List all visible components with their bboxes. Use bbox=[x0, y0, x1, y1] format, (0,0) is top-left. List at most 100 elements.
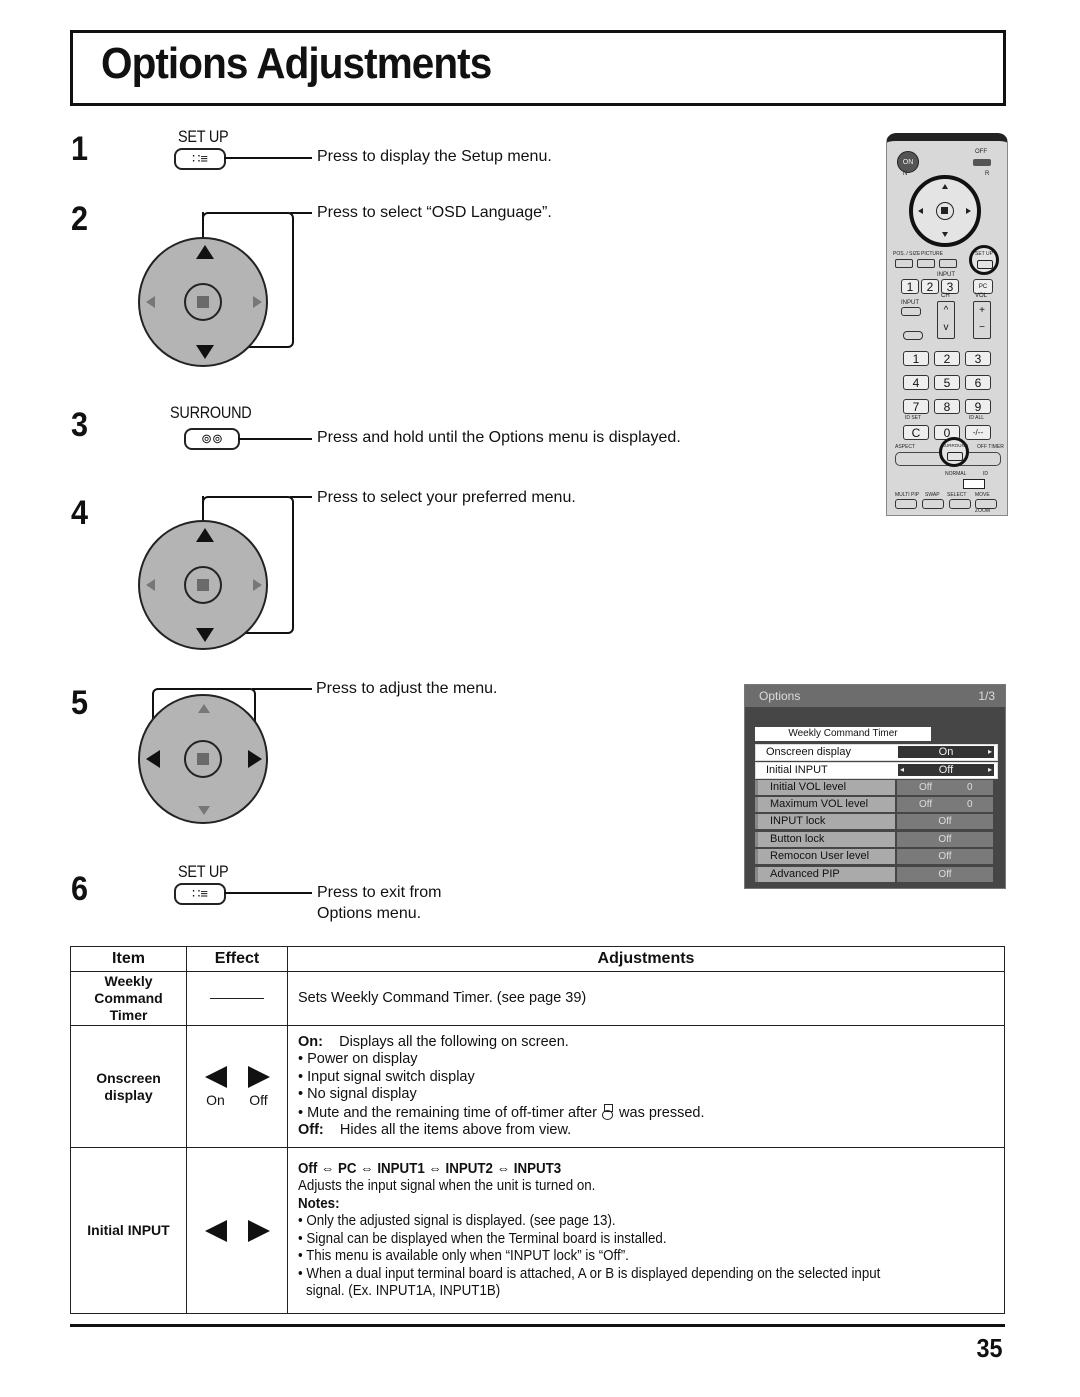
stop-square-icon bbox=[197, 296, 209, 308]
right-arrow-icon bbox=[248, 750, 262, 768]
setup-button-label: SET UP bbox=[178, 862, 229, 881]
remote-numpad-key: 7 bbox=[903, 399, 929, 414]
step-number-5: 5 bbox=[70, 684, 88, 722]
highlight-circle-dpad bbox=[909, 175, 981, 247]
input-group-label: INPUT bbox=[937, 272, 955, 278]
double-arrow-icon: ⇔ bbox=[360, 1160, 374, 1177]
table-row-initial-input: Initial INPUT Off ⇔ PC ⇔ INPUT1 ⇔ INPUT2… bbox=[70, 1147, 1005, 1314]
remote-mute-button bbox=[903, 331, 923, 340]
osd-value-text: On bbox=[938, 746, 954, 758]
left-triangle-icon bbox=[204, 1219, 227, 1242]
enter-button bbox=[184, 566, 222, 604]
description: Adjusts the input signal when the unit i… bbox=[298, 1178, 596, 1194]
id-all-label: ID ALL bbox=[969, 415, 985, 421]
osd-row-initial-vol-level: Initial VOL level Off 0 bbox=[755, 780, 995, 795]
step-number-2: 2 bbox=[70, 200, 88, 238]
item-line: Weekly bbox=[104, 973, 153, 989]
remote-numpad-key: 4 bbox=[903, 375, 929, 390]
down-arrow-icon bbox=[196, 628, 214, 642]
down-arrow-icon bbox=[196, 345, 214, 359]
effect-cell bbox=[186, 971, 288, 1026]
item-line: Initial INPUT bbox=[87, 1222, 170, 1238]
effect-arrows: On Off bbox=[188, 1065, 286, 1108]
highlight-circle-surround: SURROUND bbox=[939, 437, 969, 467]
off-text: Hides all the items above from view. bbox=[339, 1122, 572, 1138]
item-line: Command bbox=[94, 990, 163, 1006]
osd-row-input-lock: INPUT lock Off bbox=[755, 814, 995, 829]
osd-row-label: Advanced PIP bbox=[755, 867, 895, 882]
right-triangle-icon bbox=[247, 1065, 270, 1088]
on-label: ON bbox=[902, 158, 914, 166]
dpad-left-right bbox=[138, 694, 268, 824]
remote-picture-button bbox=[917, 259, 935, 268]
bullet-item: • Input signal switch display bbox=[298, 1068, 475, 1085]
pos-size-label: POS. / SIZE bbox=[893, 251, 921, 257]
down-arrow-icon bbox=[198, 806, 210, 815]
osd-row-value: On ▸ bbox=[898, 746, 994, 758]
header-adjustments: Adjustments bbox=[287, 946, 1005, 972]
item-cell: Initial INPUT bbox=[70, 1147, 187, 1314]
osd-header: Options 1/3 bbox=[745, 685, 1005, 707]
on-line: On: Displays all the following on screen… bbox=[298, 1034, 994, 1052]
remote-numpad-key: 3 bbox=[965, 351, 991, 366]
down-arrow-icon bbox=[942, 232, 948, 237]
off-timer-label: OFF TIMER bbox=[977, 444, 1004, 450]
power-off-button bbox=[973, 159, 991, 166]
right-triangle-icon bbox=[247, 1219, 270, 1242]
aspect-label: ASPECT bbox=[895, 444, 916, 450]
swap-label: SWAP bbox=[925, 492, 940, 498]
setup-icon: ∷≡ bbox=[192, 151, 208, 166]
osd-row-label: Maximum VOL level bbox=[755, 797, 895, 812]
step-3-instruction: Press and hold until the Options menu is… bbox=[317, 429, 681, 446]
multi-pip-label: MULTI PIP bbox=[895, 492, 920, 498]
input-label: INPUT bbox=[901, 300, 919, 306]
leader-line bbox=[290, 496, 312, 498]
osd-row-value: Off bbox=[897, 849, 993, 864]
note-item: • Signal can be displayed when the Termi… bbox=[298, 1230, 667, 1247]
id-set-label: ID SET bbox=[905, 415, 922, 421]
step-number-6: 6 bbox=[70, 870, 88, 908]
left-arrow-icon bbox=[918, 208, 923, 214]
dpad-up-down bbox=[138, 520, 268, 650]
stop-square-icon bbox=[197, 753, 209, 765]
osd-row-value: Off 0 bbox=[897, 797, 993, 812]
enter-button bbox=[184, 283, 222, 321]
double-arrow-icon: ⇔ bbox=[428, 1160, 442, 1177]
picture-label: PICTURE bbox=[921, 251, 943, 257]
zoom-label: ZOOM bbox=[975, 508, 990, 514]
sequence-item: INPUT1 bbox=[377, 1160, 425, 1177]
off-label: Off: bbox=[298, 1122, 324, 1138]
effect-arrows bbox=[188, 1219, 286, 1242]
remote-input-2-key: 2 bbox=[921, 279, 939, 294]
item-line: display bbox=[104, 1086, 153, 1103]
on-label: On: bbox=[298, 1033, 323, 1050]
item-line: Onscreen bbox=[96, 1069, 161, 1086]
power-on-button: ON bbox=[897, 151, 919, 173]
header-effect: Effect bbox=[186, 946, 288, 972]
step-number-3: 3 bbox=[70, 406, 88, 444]
leader-line bbox=[224, 892, 312, 894]
step-number-4: 4 bbox=[70, 494, 88, 532]
effect-cell: On Off bbox=[186, 1025, 288, 1148]
table-header-row: Item Effect Adjustments bbox=[70, 946, 1005, 972]
osd-row-label: Remocon User level bbox=[755, 849, 895, 864]
note-item-continued: signal. (Ex. INPUT1A, INPUT1B) bbox=[306, 1283, 501, 1299]
osd-value-text: Off bbox=[919, 799, 933, 810]
osd-title: Options bbox=[759, 689, 801, 703]
double-arrow-icon: ⇔ bbox=[496, 1160, 511, 1177]
remote-vol-rocker: + − bbox=[973, 301, 991, 339]
left-arrow-icon: ◂ bbox=[900, 765, 905, 774]
osd-row-initial-input: Initial INPUT ◂ Off ▸ bbox=[755, 762, 998, 779]
remote-numpad-key: 2 bbox=[934, 351, 960, 366]
remote-ch-rocker: ^ v bbox=[937, 301, 955, 339]
dpad-up-down bbox=[138, 237, 268, 367]
remote-enter-button bbox=[936, 202, 954, 220]
ch-label: CH bbox=[941, 293, 950, 299]
note-item: • Only the adjusted signal is displayed.… bbox=[298, 1213, 616, 1229]
options-osd-menu: Options 1/3 Weekly Command Timer Onscree… bbox=[744, 684, 1006, 889]
leader-line bbox=[290, 212, 312, 214]
adjustment-cell: Sets Weekly Command Timer. (see page 39) bbox=[287, 971, 1005, 1026]
surround-button-label: SURROUND bbox=[170, 403, 252, 422]
setup-icon: ∷≡ bbox=[192, 886, 208, 901]
page-number: 35 bbox=[976, 1333, 1003, 1363]
